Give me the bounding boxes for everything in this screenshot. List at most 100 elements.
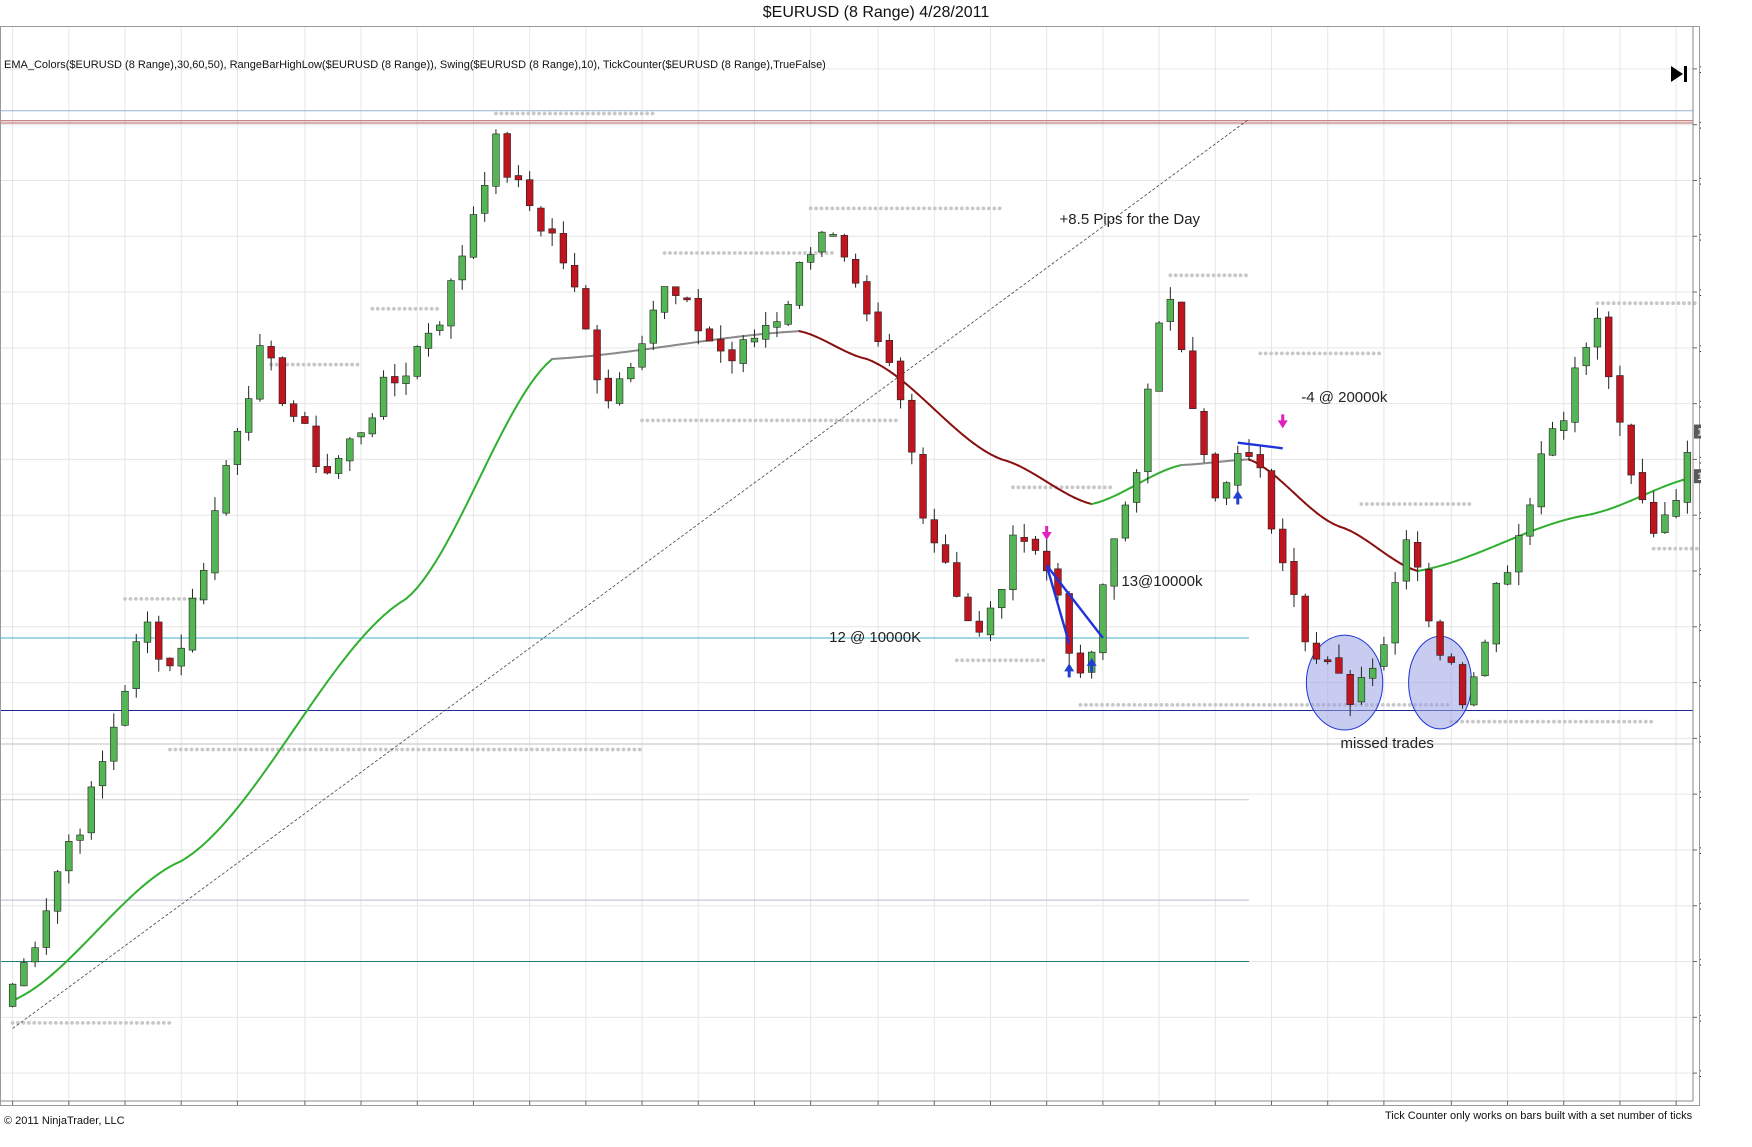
swing-dot: [1170, 702, 1175, 707]
swing-dot: [189, 747, 194, 752]
price-tick-label: 1.4800: [1699, 566, 1701, 578]
candle: [1099, 583, 1107, 661]
swing-dot: [673, 251, 678, 255]
swing-dot: [161, 1020, 166, 1025]
candle: [672, 286, 680, 305]
bull-candle: [436, 324, 444, 331]
swing-dot: [1606, 301, 1611, 306]
swing-dot: [1380, 702, 1385, 707]
swing-dot: [1600, 301, 1605, 306]
ema-line-segment: [303, 704, 312, 715]
swing-dot: [824, 206, 829, 211]
bear-candle: [301, 416, 309, 424]
bull-candle: [1503, 572, 1512, 585]
swing-dot: [1041, 658, 1046, 663]
swing-dot: [1471, 719, 1475, 724]
bull-candle: [1009, 534, 1017, 591]
price-chart[interactable]: 1.4710 1.4720 1.4730 1.4740 1.4750 1.4760 1.47…: [1, 27, 1701, 1107]
swing-dot: [1660, 301, 1665, 306]
ema-line-segment: [1292, 491, 1301, 500]
ema-line-segment: [461, 500, 469, 515]
swing-dot: [10, 1020, 15, 1025]
bull-candle: [1548, 428, 1557, 456]
chart-panel[interactable]: 1.4710 1.4720 1.4730 1.4740 1.4750 1.4760 1.47…: [0, 26, 1701, 1127]
bear-candle: [941, 544, 950, 563]
candle: [155, 615, 163, 672]
swing-dot: [639, 111, 644, 116]
bull-candle: [1121, 504, 1130, 539]
goto-end-button[interactable]: [1665, 61, 1693, 87]
candle: [1290, 547, 1298, 608]
swing-dot: [494, 111, 498, 116]
swing-dot: [1546, 719, 1551, 724]
swing-dot: [1617, 301, 1621, 306]
swing-dot: [392, 306, 396, 311]
ema-line-segment: [910, 387, 919, 395]
ema-line-segment: [483, 454, 492, 469]
swing-dot: [1008, 658, 1013, 663]
swing-dot: [1508, 719, 1513, 724]
candle: [1526, 497, 1534, 545]
swing-dot: [323, 362, 328, 367]
swing-dot: [830, 206, 835, 211]
bull-candle: [1661, 514, 1669, 533]
swing-dot: [1278, 702, 1283, 707]
swing-dot: [992, 658, 997, 663]
swing-dot: [1168, 273, 1173, 278]
swing-dot: [1070, 485, 1075, 490]
bull-candle: [1234, 453, 1242, 486]
bull-candle: [413, 346, 421, 377]
candle: [65, 834, 73, 884]
swing-dot: [140, 1020, 145, 1025]
candle: [469, 206, 478, 260]
swing-dot: [297, 747, 302, 752]
candle: [874, 302, 882, 347]
swing-dot: [1301, 351, 1306, 356]
swing-dot: [346, 747, 351, 752]
swing-dot: [1552, 719, 1556, 724]
swing-dot: [386, 306, 391, 311]
chart-annotation: missed trades: [1340, 734, 1434, 752]
swing-dot: [1229, 702, 1234, 707]
swing-dot: [70, 1020, 74, 1025]
swing-dot: [775, 418, 779, 423]
bull-candle: [1391, 582, 1399, 644]
swing-dot: [1633, 301, 1638, 306]
swing-dot: [758, 418, 763, 423]
swing-dot: [378, 747, 383, 752]
swing-dot: [589, 747, 594, 752]
swing-dot: [792, 251, 797, 255]
bull-candle: [750, 337, 759, 343]
candle: [1155, 321, 1163, 392]
candle: [750, 329, 759, 348]
candle: [177, 634, 185, 676]
bull-candle: [1166, 298, 1175, 322]
candle: [638, 335, 646, 371]
swing-dot: [144, 596, 149, 601]
ema-line-segment: [225, 813, 233, 823]
ema-line-segment: [1360, 536, 1369, 542]
swing-dot: [976, 658, 981, 663]
swing-dot: [656, 418, 661, 423]
swing-dot: [884, 206, 889, 211]
ema-line-segment: [410, 586, 419, 595]
swing-dot: [1191, 702, 1196, 707]
swing-dot: [1402, 702, 1407, 707]
candle: [986, 601, 995, 642]
candle: [424, 323, 433, 357]
swing-dot: [1465, 719, 1470, 724]
swing-dot: [695, 251, 699, 255]
bear-candle: [885, 340, 894, 363]
candle: [593, 325, 601, 394]
ema-line-segment: [416, 579, 424, 589]
swing-dot: [1258, 351, 1263, 356]
bear-candle: [1605, 316, 1613, 378]
ema-line-segment: [270, 753, 278, 764]
candle: [1593, 307, 1602, 360]
swing-dot: [535, 747, 540, 752]
swing-dot: [362, 747, 367, 752]
ema-line-segment: [343, 651, 351, 661]
ema-line-segment: [1371, 543, 1380, 550]
swing-dot: [602, 111, 606, 116]
swing-dot: [1305, 702, 1310, 707]
